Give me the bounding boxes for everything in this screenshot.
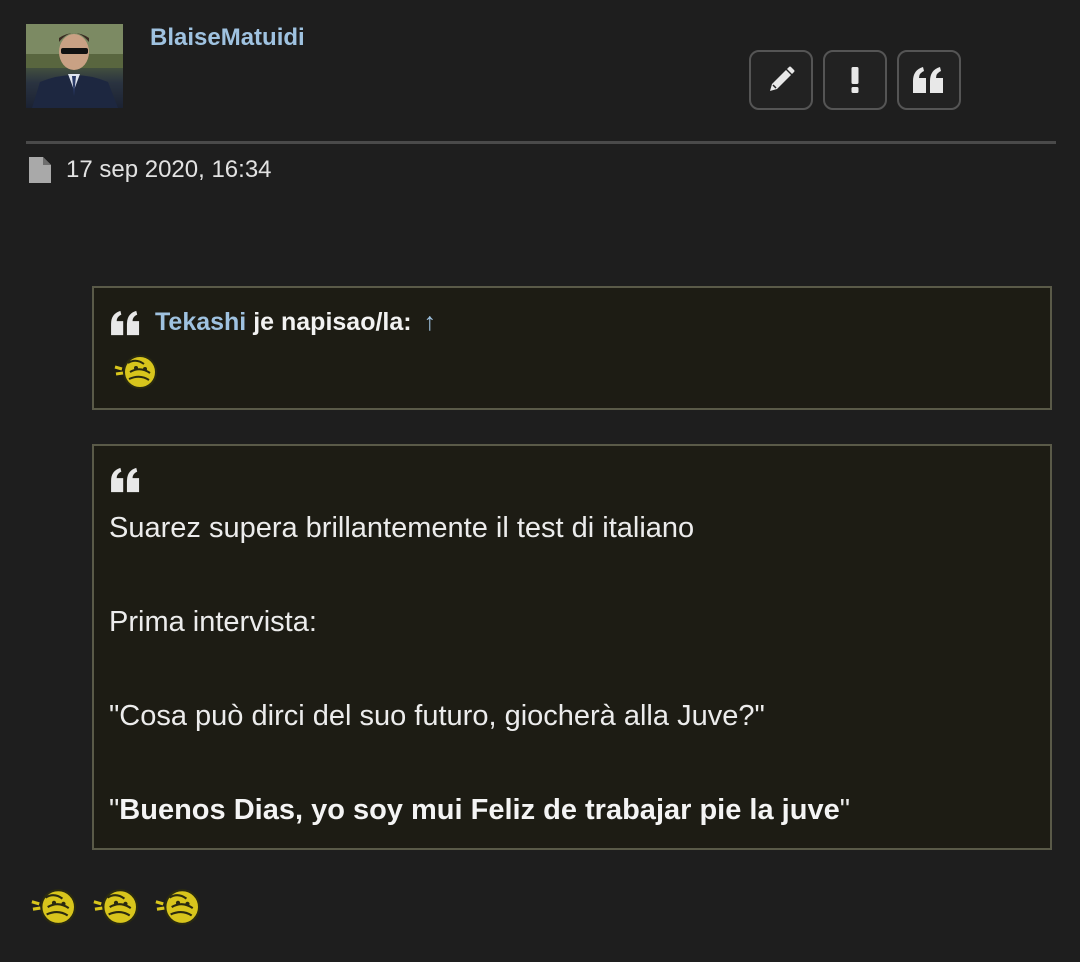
smiley-icon (92, 886, 140, 931)
smiley-icon (30, 886, 78, 931)
quote-body: Suarez supera brillantemente il test di … (109, 510, 850, 826)
header-divider (26, 141, 1056, 144)
quote-block-anonymous: Suarez supera brillantemente il test di … (92, 444, 1052, 850)
quote-icon (111, 467, 140, 493)
close-quote-mark: " (839, 794, 850, 826)
open-quote-mark: " (109, 794, 120, 826)
username-link[interactable]: BlaiseMatuidi (150, 24, 305, 52)
quote-icon (913, 67, 943, 93)
quote-line: "Cosa può dirci del suo futuro, giocherà… (109, 700, 765, 732)
pencil-icon (770, 66, 795, 91)
quote-block-tekashi: Tekashi je napisao/la: ↑ (92, 286, 1052, 410)
quote-line: Suarez supera brillantemente il test di … (109, 512, 695, 544)
smiley-icon (114, 352, 158, 395)
avatar[interactable] (26, 24, 123, 108)
post-date: 17 sep 2020, 16:34 (66, 156, 272, 183)
post-actions (749, 50, 961, 110)
reply-smileys (30, 886, 202, 931)
forum-post: BlaiseMatuidi 17 sep 2020, 16:34 Tekashi… (0, 0, 1080, 962)
edit-button[interactable] (749, 50, 813, 110)
go-to-quoted-post-link[interactable]: ↑ (424, 308, 437, 337)
report-button[interactable] (823, 50, 887, 110)
file-icon[interactable] (28, 156, 52, 184)
quote-citation: Tekashi je napisao/la: ↑ (109, 308, 436, 337)
bold-text: Buenos Dias, yo soy mui Feliz de trabaja… (119, 794, 840, 826)
quote-button[interactable] (897, 50, 961, 110)
smiley-icon (154, 886, 202, 931)
post-meta: 17 sep 2020, 16:34 (28, 156, 272, 184)
quote-author-link[interactable]: Tekashi (155, 308, 246, 336)
quote-line: Prima intervista: (109, 606, 317, 638)
exclamation-icon (851, 67, 859, 93)
quote-icon (111, 310, 140, 335)
quote-wrote-label: je napisao/la: (253, 308, 412, 336)
quote-line-bold: "Buenos Dias, yo soy mui Feliz de trabaj… (109, 795, 850, 826)
